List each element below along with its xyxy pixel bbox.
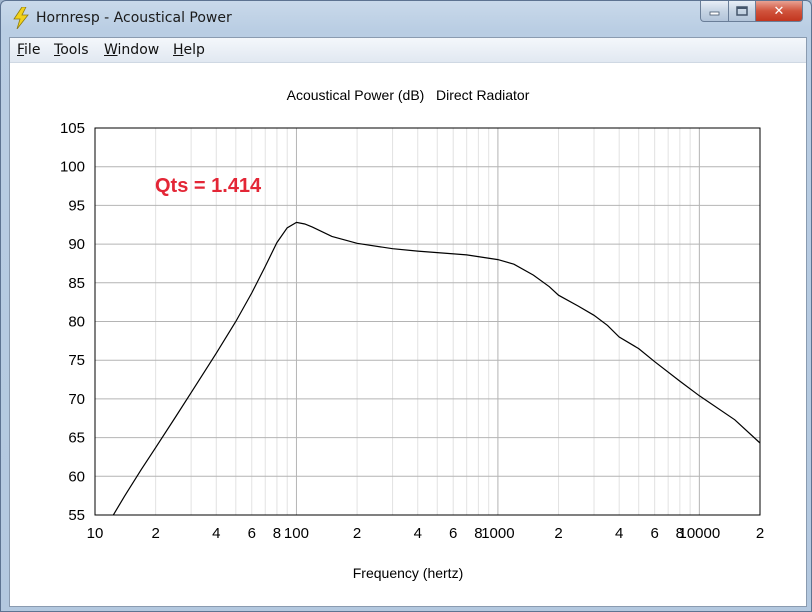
- y-tick-label: 55: [68, 507, 85, 524]
- y-tick-label: 60: [68, 468, 85, 485]
- close-button[interactable]: ✕: [756, 1, 803, 22]
- close-icon: ✕: [773, 3, 785, 19]
- maximize-button[interactable]: [729, 1, 756, 22]
- y-tick-label: 95: [68, 197, 85, 214]
- lightning-icon: [13, 7, 29, 29]
- x-tick-label: 1000: [481, 525, 514, 542]
- app-window: Hornresp - Acoustical Power ✕ File Tools…: [0, 0, 812, 612]
- chart-area: 55 60 65 70 75 80 85 90 95 100 105 10 2 4 6 8 100 2 4 6 8 10…: [10, 63, 806, 606]
- menu-tools[interactable]: Tools: [54, 42, 89, 58]
- x-tick-label: 4: [414, 525, 422, 542]
- x-tick-label: 8: [273, 525, 281, 542]
- acoustical-power-chart: 556065707580859095100105 10 2 4 6 8 100 2 4 6 810…: [60, 87, 764, 581]
- x-tick-label: 2: [756, 525, 764, 542]
- x-tick-label: 4: [615, 525, 623, 542]
- x-tick-label: 2: [554, 525, 562, 542]
- y-tick-label: 80: [68, 314, 85, 331]
- maximize-icon: [736, 6, 748, 16]
- x-tick-label: 2: [353, 525, 361, 542]
- x-tick-label: 6: [449, 525, 457, 542]
- menu-bar: File Tools Window Help: [10, 38, 806, 63]
- y-tick-label: 100: [60, 159, 85, 176]
- chart-title: Acoustical Power (dB) Direct Radiator: [287, 87, 530, 103]
- x-tick-label: 100: [284, 525, 309, 542]
- menu-help[interactable]: Help: [173, 42, 205, 58]
- y-tick-label: 90: [68, 236, 85, 253]
- y-tick-label: 75: [68, 352, 85, 369]
- x-tick-label: 4: [212, 525, 220, 542]
- menu-window[interactable]: Window: [104, 42, 159, 58]
- y-tick-label: 65: [68, 430, 85, 447]
- minimize-icon: [709, 11, 719, 16]
- x-tick-label: 10: [87, 525, 104, 542]
- y-tick-label: 105: [60, 120, 85, 137]
- x-tick-label: 2: [151, 525, 159, 542]
- client-area: File Tools Window Help 55 60 65 70 75 80 85 90 9…: [9, 37, 807, 607]
- series-line: [112, 221, 760, 515]
- x-tick-label: 6: [650, 525, 658, 542]
- menu-file[interactable]: File: [17, 42, 40, 58]
- minimize-button[interactable]: [700, 1, 729, 22]
- x-tick-label: 10000: [678, 525, 720, 542]
- qts-annotation: Qts = 1.414: [155, 175, 262, 197]
- title-bar[interactable]: Hornresp - Acoustical Power ✕: [1, 1, 811, 36]
- y-tick-label: 70: [68, 391, 85, 408]
- y-tick-label: 85: [68, 275, 85, 292]
- window-title: Hornresp - Acoustical Power: [36, 10, 232, 26]
- x-axis-label: Frequency (hertz): [353, 565, 463, 581]
- x-tick-label: 6: [248, 525, 256, 542]
- caption-buttons: ✕: [700, 1, 803, 23]
